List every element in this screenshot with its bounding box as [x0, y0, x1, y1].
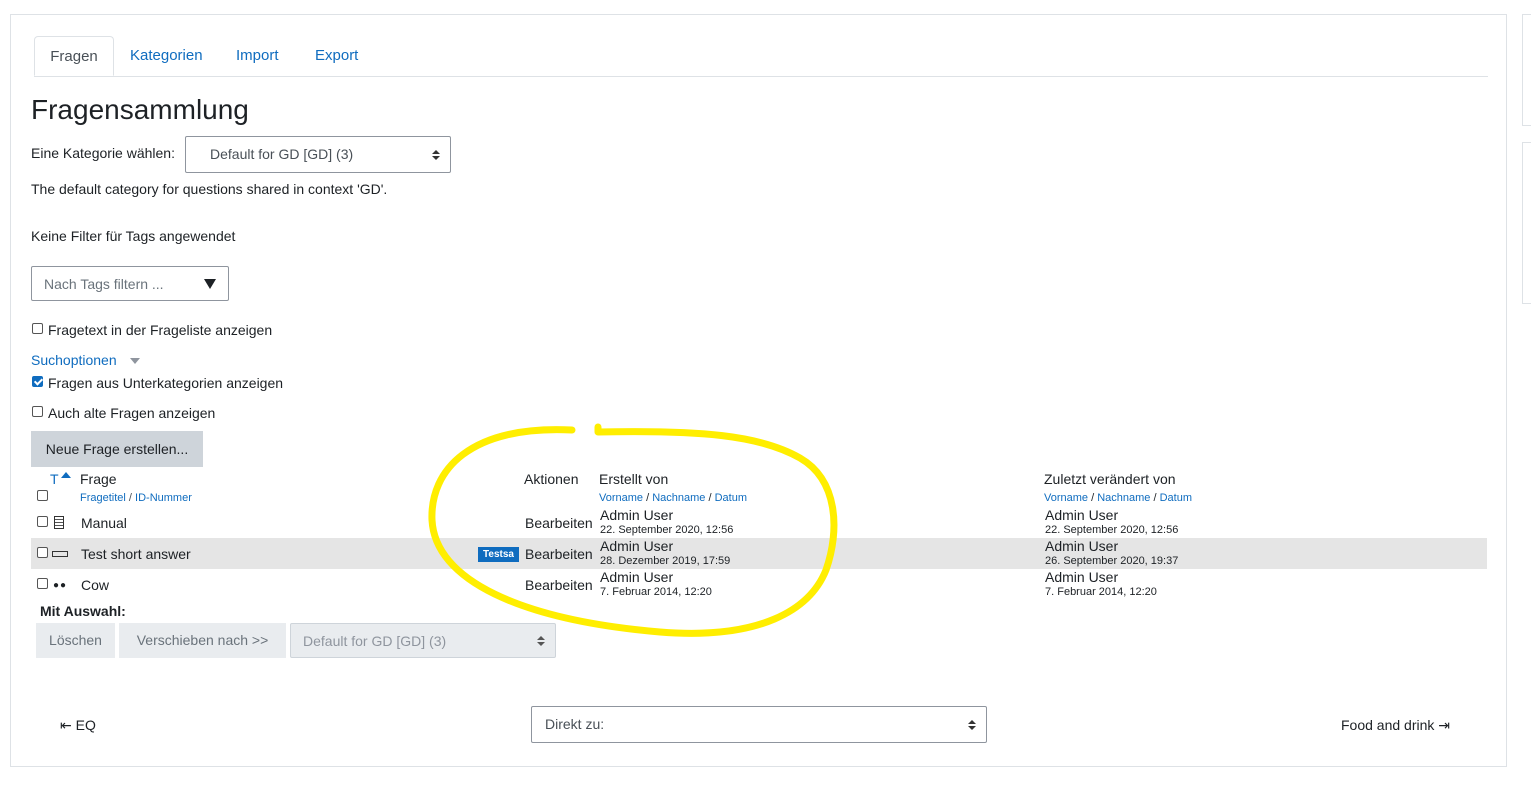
- side-panel-bottom: [1522, 142, 1531, 304]
- tag-filter-placeholder: Nach Tags filtern ...: [44, 276, 164, 292]
- select-all-checkbox[interactable]: [37, 490, 48, 501]
- sort-title-link[interactable]: Fragetitel: [80, 492, 126, 504]
- sort-modified-date[interactable]: Datum: [1160, 492, 1192, 504]
- chevron-down-icon: [130, 358, 140, 364]
- jump-to-select[interactable]: Direkt zu:: [531, 706, 987, 743]
- col-modified-header: Zuletzt verändert von: [1044, 471, 1176, 487]
- sort-created-date[interactable]: Datum: [715, 492, 747, 504]
- select-arrows-icon: [537, 635, 545, 646]
- tab-export[interactable]: Export: [315, 36, 358, 76]
- question-name: Test short answer: [81, 546, 191, 562]
- tab-fragen[interactable]: Fragen: [34, 36, 114, 76]
- show-text-checkbox[interactable]: [32, 323, 43, 334]
- move-target-select[interactable]: Default for GD [GD] (3): [290, 623, 556, 658]
- select-arrows-icon: [968, 719, 976, 730]
- sort-modified-firstname[interactable]: Vorname: [1044, 492, 1088, 504]
- new-question-button[interactable]: Neue Frage erstellen...: [31, 431, 203, 467]
- side-panel-top: [1522, 14, 1531, 126]
- col-question-subheader: Fragetitel / ID-Nummer: [80, 492, 192, 504]
- sort-idnumber-link[interactable]: ID-Nummer: [135, 492, 192, 504]
- col-created-header: Erstellt von: [599, 471, 669, 487]
- modified-by: Admin User: [1045, 569, 1119, 585]
- triangle-down-icon: [204, 279, 216, 289]
- col-question-header: Frage: [80, 471, 117, 487]
- prev-activity-link[interactable]: ⇤ EQ: [60, 717, 96, 734]
- question-name: Cow: [81, 577, 110, 593]
- old-questions-checkbox[interactable]: [32, 406, 43, 417]
- modified-at: 7. Februar 2014, 12:20: [1045, 586, 1157, 598]
- table-row-highlight: [31, 538, 1487, 569]
- subcategories-checkbox[interactable]: [32, 376, 43, 387]
- edit-link[interactable]: Bearbeiten: [525, 577, 593, 593]
- page-title: Fragensammlung: [31, 94, 249, 125]
- modified-at: 26. September 2020, 19:37: [1045, 555, 1179, 567]
- col-created-subheader: Vorname / Nachname / Datum: [599, 492, 747, 504]
- tab-bar: Fragen Kategorien Import Export: [34, 36, 1488, 77]
- modified-by: Admin User: [1045, 538, 1119, 554]
- created-at: 28. Dezember 2019, 17:59: [600, 555, 731, 567]
- tag-filter-status: Keine Filter für Tags angewendet: [31, 228, 236, 244]
- created-by: Admin User: [600, 507, 674, 523]
- tag-filter-input[interactable]: Nach Tags filtern ...: [31, 266, 229, 301]
- multichoice-dots-icon: ●●: [53, 580, 68, 591]
- col-modified-subheader: Vorname / Nachname / Datum: [1044, 492, 1192, 504]
- row-checkbox[interactable]: [37, 516, 48, 527]
- created-by: Admin User: [600, 569, 674, 585]
- sort-created-lastname[interactable]: Nachname: [652, 492, 705, 504]
- col-actions-header: Aktionen: [524, 471, 579, 487]
- sort-modified-lastname[interactable]: Nachname: [1097, 492, 1150, 504]
- tab-import[interactable]: Import: [236, 36, 279, 76]
- old-questions-label: Auch alte Fragen anzeigen: [48, 405, 216, 421]
- jump-to-value: Direkt zu:: [545, 716, 605, 732]
- show-text-label: Fragetext in der Frageliste anzeigen: [48, 322, 273, 338]
- category-select-value: Default for GD [GD] (3): [210, 146, 354, 162]
- idnumber-badge: Testsa: [478, 547, 519, 562]
- sort-type-header[interactable]: T: [50, 471, 59, 487]
- arrow-right-icon: ⇥: [1438, 717, 1451, 733]
- row-checkbox[interactable]: [37, 547, 48, 558]
- tab-kategorien[interactable]: Kategorien: [130, 36, 203, 76]
- move-target-value: Default for GD [GD] (3): [303, 633, 447, 649]
- modified-at: 22. September 2020, 12:56: [1045, 524, 1179, 536]
- bulk-actions-label: Mit Auswahl:: [40, 603, 126, 619]
- modified-by: Admin User: [1045, 507, 1119, 523]
- select-arrows-icon: [432, 149, 440, 160]
- created-by: Admin User: [600, 538, 674, 554]
- edit-link[interactable]: Bearbeiten: [525, 515, 593, 531]
- search-options-link[interactable]: Suchoptionen: [31, 352, 117, 368]
- created-at: 7. Februar 2014, 12:20: [600, 586, 712, 598]
- subcategories-label: Fragen aus Unterkategorien anzeigen: [48, 375, 284, 391]
- edit-link[interactable]: Bearbeiten: [525, 546, 593, 562]
- row-checkbox[interactable]: [37, 578, 48, 589]
- delete-button[interactable]: Löschen: [36, 623, 115, 658]
- category-label: Eine Kategorie wählen:: [31, 145, 175, 161]
- category-select[interactable]: Default for GD [GD] (3): [185, 136, 451, 173]
- sort-created-firstname[interactable]: Vorname: [599, 492, 643, 504]
- created-at: 22. September 2020, 12:56: [600, 524, 734, 536]
- next-activity-link[interactable]: Food and drink ⇥: [1341, 717, 1450, 734]
- arrow-left-icon: ⇤: [60, 717, 72, 733]
- move-to-button[interactable]: Verschieben nach >>: [119, 623, 286, 658]
- short-answer-icon: [52, 551, 68, 557]
- category-description: The default category for questions share…: [31, 181, 388, 197]
- sort-asc-icon: [61, 472, 71, 478]
- question-name: Manual: [81, 515, 127, 531]
- manual-grading-icon: [54, 516, 64, 529]
